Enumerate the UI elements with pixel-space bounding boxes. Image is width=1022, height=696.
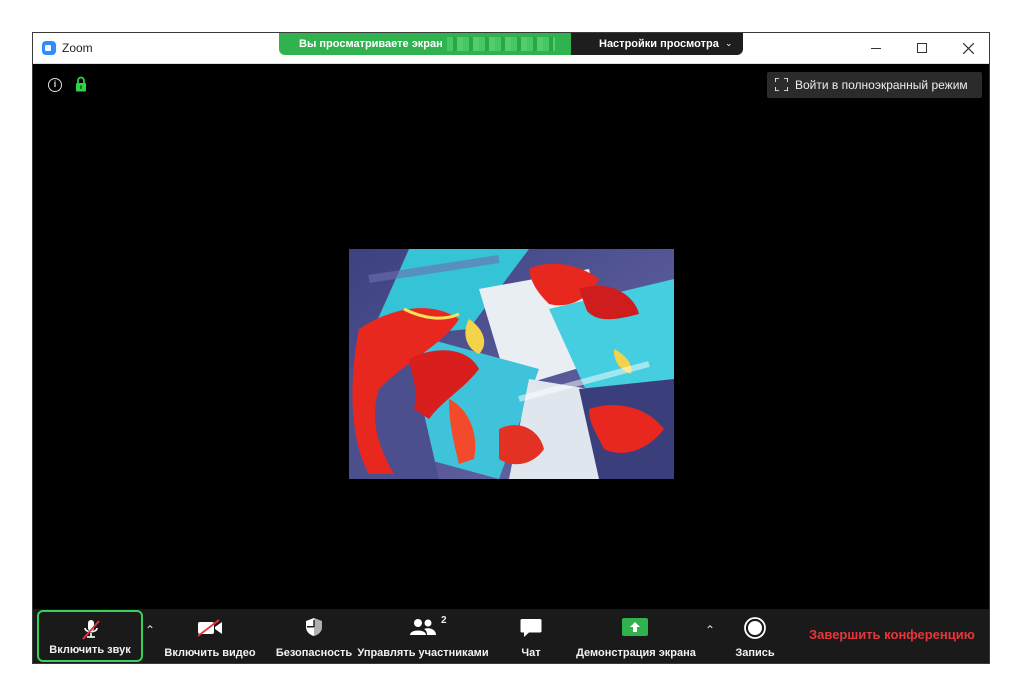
zoom-logo-icon (42, 41, 56, 55)
maximize-icon (917, 43, 927, 53)
minimize-button[interactable] (853, 33, 899, 63)
security-label: Безопасность (275, 647, 353, 659)
chat-icon (520, 619, 542, 637)
meeting-toolbar: Включить звук ⌃ Включить видео Безопасно… (33, 609, 989, 663)
shield-icon (306, 618, 322, 636)
abstract-painting (349, 249, 674, 479)
end-meeting-button[interactable]: Завершить конференцию (809, 627, 975, 642)
fullscreen-icon (775, 78, 788, 91)
manage-participants-button[interactable]: 2 Управлять участниками (355, 609, 491, 663)
participants-icon (410, 619, 436, 635)
view-options-label: Настройки просмотра (599, 38, 719, 50)
title-bar: Zoom Вы просматриваете экран Настройки п… (33, 33, 989, 64)
unmute-audio-button[interactable]: Включить звук (37, 610, 143, 662)
audio-options-chevron-up-icon[interactable]: ⌃ (143, 623, 157, 637)
view-options-button[interactable]: Настройки просмотра ⌄ (571, 33, 743, 55)
record-button[interactable]: Запись (723, 609, 787, 663)
zoom-window: Zoom Вы просматриваете экран Настройки п… (32, 32, 990, 664)
record-label: Запись (735, 647, 775, 659)
manage-participants-label: Управлять участниками (357, 647, 489, 659)
video-off-icon (197, 619, 222, 637)
security-button[interactable]: Безопасность (275, 609, 353, 663)
share-banner-text: Вы просматриваете экран (299, 38, 443, 50)
participants-count: 2 (441, 615, 447, 626)
close-icon (962, 42, 974, 54)
fullscreen-button[interactable]: Войти в полноэкранный режим (767, 72, 982, 98)
chevron-down-icon: ⌄ (725, 38, 733, 48)
lock-icon[interactable] (75, 76, 87, 92)
unmute-audio-label: Включить звук (49, 644, 131, 656)
info-icon[interactable]: i (48, 78, 62, 92)
share-screen-button[interactable]: Демонстрация экрана (569, 609, 703, 663)
mic-muted-icon (82, 620, 100, 640)
close-button[interactable] (945, 33, 991, 63)
share-screen-icon (622, 618, 648, 636)
start-video-label: Включить видео (164, 647, 256, 659)
chat-label: Чат (521, 647, 541, 659)
chat-button[interactable]: Чат (503, 609, 559, 663)
fullscreen-label: Войти в полноэкранный режим (795, 78, 968, 92)
start-video-button[interactable]: Включить видео (159, 609, 261, 663)
window-title: Zoom (62, 41, 93, 55)
share-screen-label: Демонстрация экрана (576, 647, 696, 659)
share-options-chevron-up-icon[interactable]: ⌃ (703, 623, 717, 637)
redacted-username (447, 37, 555, 51)
minimize-icon (871, 47, 881, 49)
shared-screen-image (349, 249, 674, 479)
maximize-button[interactable] (899, 33, 945, 63)
shared-screen-stage: i Войти в полноэкранный режим (33, 64, 989, 609)
screen-share-banner: Вы просматриваете экран (279, 33, 571, 55)
record-icon (744, 617, 766, 639)
